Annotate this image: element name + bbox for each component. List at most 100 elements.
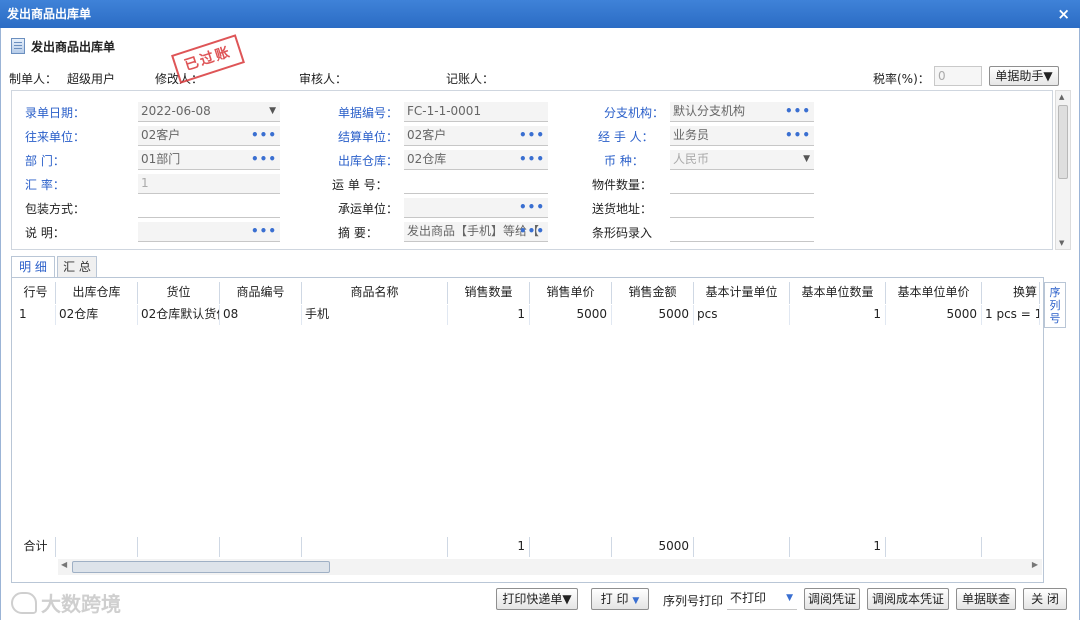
branch-field[interactable]: 默认分支机构 ••• xyxy=(670,102,814,122)
dropdown-arrow-icon[interactable]: ▼ xyxy=(803,150,810,169)
scroll-down-icon[interactable]: ▼ xyxy=(1059,239,1064,247)
settle-field[interactable]: 02客户 ••• xyxy=(404,126,548,146)
date-field[interactable]: 2022-06-08 ▼ xyxy=(138,102,280,122)
branch-label: 分支机构： xyxy=(604,106,665,120)
summary-cell xyxy=(886,537,982,557)
tab-detail[interactable]: 明 细 xyxy=(11,256,55,278)
summary-cell xyxy=(982,537,1040,557)
scroll-up-icon[interactable]: ▲ xyxy=(1059,93,1064,101)
doc-header: 发出商品出库单 xyxy=(11,36,115,56)
bill-no-field[interactable]: FC-1-1-0001 xyxy=(404,102,548,122)
col-header[interactable]: 销售单价 xyxy=(530,282,612,304)
col-header[interactable]: 销售金额 xyxy=(612,282,694,304)
date-label: 录单日期： xyxy=(25,106,86,120)
col-header[interactable]: 销售数量 xyxy=(448,282,530,304)
serial-print-label: 序列号打印 xyxy=(663,594,724,608)
close-icon[interactable]: × xyxy=(1057,0,1070,28)
cell-conversion[interactable]: 1 pcs = 1 pcs xyxy=(982,305,1040,325)
cell-base-unit[interactable]: pcs xyxy=(694,305,790,325)
serial-number-button[interactable]: 序列号 xyxy=(1044,282,1066,328)
pieces-label: 物件数量： xyxy=(592,178,653,192)
summary-cell xyxy=(694,537,790,557)
form-vertical-scrollbar[interactable]: ▲ ▼ xyxy=(1055,90,1071,250)
dept-label: 部 门： xyxy=(25,154,65,168)
col-header[interactable]: 基本单位数量 xyxy=(790,282,886,304)
summary-cell xyxy=(302,537,448,557)
dropdown-arrow-icon[interactable]: ▼ xyxy=(786,588,793,608)
col-header[interactable]: 基本单位单价 xyxy=(886,282,982,304)
partner-field[interactable]: 02客户 ••• xyxy=(138,126,280,146)
barcode-field[interactable] xyxy=(670,222,814,242)
scroll-thumb[interactable] xyxy=(72,561,330,573)
bookkeeper-label: 记账人： xyxy=(446,72,495,86)
auditor-label: 审核人： xyxy=(299,72,348,86)
scroll-left-icon[interactable]: ◀ xyxy=(61,560,67,569)
ellipsis-icon[interactable]: ••• xyxy=(519,198,545,217)
doc-title: 发出商品出库单 xyxy=(31,39,116,54)
ellipsis-icon[interactable]: ••• xyxy=(251,126,277,145)
footer-toolbar: 打印快递单▼ 打 印 ▼ 序列号打印 不打印 ▼ 调阅凭证 调阅成本凭证 单据联查… xyxy=(1,588,1080,612)
summary-qty: 1 xyxy=(448,537,530,557)
carrier-field[interactable]: ••• xyxy=(404,198,548,218)
pack-field[interactable] xyxy=(138,198,280,218)
col-header[interactable]: 商品名称 xyxy=(302,282,448,304)
note-field[interactable]: ••• xyxy=(138,222,280,242)
cell-product-name[interactable]: 手机 xyxy=(302,305,448,325)
dropdown-arrow-icon[interactable]: ▼ xyxy=(632,596,639,606)
col-header[interactable]: 行号 xyxy=(16,282,56,304)
ellipsis-icon[interactable]: ••• xyxy=(785,126,811,145)
ellipsis-icon[interactable]: ••• xyxy=(519,126,545,145)
document-window: 发出商品出库单 制单人： 超级用户 修改人： 审核人： 记账人： 税率(%)： … xyxy=(0,28,1080,620)
cell-sale-price[interactable]: 5000 xyxy=(530,305,612,325)
handler-field[interactable]: 业务员 ••• xyxy=(670,126,814,146)
cell-product-code[interactable]: 08 xyxy=(220,305,302,325)
serial-print-select[interactable]: 不打印 ▼ xyxy=(727,588,797,610)
col-header[interactable]: 出库仓库 xyxy=(56,282,138,304)
dept-field[interactable]: 01部门 ••• xyxy=(138,150,280,170)
pieces-field[interactable] xyxy=(670,174,814,194)
warehouse-label: 出库仓库： xyxy=(338,154,399,168)
rate-field[interactable]: 1 xyxy=(138,174,280,194)
waybill-label: 运 单 号： xyxy=(332,178,388,192)
grid-horizontal-scrollbar[interactable]: ◀ ▶ xyxy=(58,559,1042,575)
carrier-label: 承运单位： xyxy=(338,202,399,216)
view-cost-voucher-button[interactable]: 调阅成本凭证 xyxy=(867,588,949,610)
print-express-button[interactable]: 打印快递单▼ xyxy=(496,588,578,610)
ellipsis-icon[interactable]: ••• xyxy=(519,222,545,241)
print-button[interactable]: 打 印 ▼ xyxy=(591,588,649,610)
ellipsis-icon[interactable]: ••• xyxy=(785,102,811,121)
waybill-field[interactable] xyxy=(404,174,548,194)
detail-grid: 行号 出库仓库 货位 商品编号 商品名称 销售数量 销售单价 销售金额 基本计量… xyxy=(11,277,1044,583)
tab-summary[interactable]: 汇 总 xyxy=(57,256,97,278)
cell-location[interactable]: 02仓库默认货位 xyxy=(138,305,220,325)
cell-row-no[interactable]: 1 xyxy=(16,305,56,325)
cell-base-price[interactable]: 5000 xyxy=(886,305,982,325)
tax-rate-input[interactable]: 0 xyxy=(934,66,982,86)
scroll-right-icon[interactable]: ▶ xyxy=(1032,560,1038,569)
ellipsis-icon[interactable]: ••• xyxy=(519,150,545,169)
cell-warehouse[interactable]: 02仓库 xyxy=(56,305,138,325)
cell-base-qty[interactable]: 1 xyxy=(790,305,886,325)
bill-helper-button[interactable]: 单据助手▼ xyxy=(989,66,1059,86)
address-field[interactable] xyxy=(670,198,814,218)
window-titlebar: 发出商品出库单 × xyxy=(0,0,1080,28)
ellipsis-icon[interactable]: ••• xyxy=(251,222,277,241)
dropdown-arrow-icon[interactable]: ▼ xyxy=(269,102,276,121)
cell-sale-amount[interactable]: 5000 xyxy=(612,305,694,325)
col-header[interactable]: 货位 xyxy=(138,282,220,304)
scroll-thumb[interactable] xyxy=(1058,105,1068,179)
handler-label: 经 手 人： xyxy=(598,130,654,144)
col-header[interactable]: 换算 xyxy=(982,282,1040,304)
pack-label: 包装方式： xyxy=(25,202,86,216)
summary-field[interactable]: 发出商品【手机】等给【 ••• xyxy=(404,222,548,242)
cell-sale-qty[interactable]: 1 xyxy=(448,305,530,325)
barcode-label: 条形码录入 xyxy=(592,226,653,240)
col-header[interactable]: 商品编号 xyxy=(220,282,302,304)
currency-field[interactable]: 人民币 ▼ xyxy=(670,150,814,170)
warehouse-field[interactable]: 02仓库 ••• xyxy=(404,150,548,170)
view-voucher-button[interactable]: 调阅凭证 xyxy=(804,588,860,610)
col-header[interactable]: 基本计量单位 xyxy=(694,282,790,304)
ellipsis-icon[interactable]: ••• xyxy=(251,150,277,169)
bill-link-button[interactable]: 单据联查 xyxy=(956,588,1016,610)
close-button[interactable]: 关 闭 xyxy=(1023,588,1067,610)
